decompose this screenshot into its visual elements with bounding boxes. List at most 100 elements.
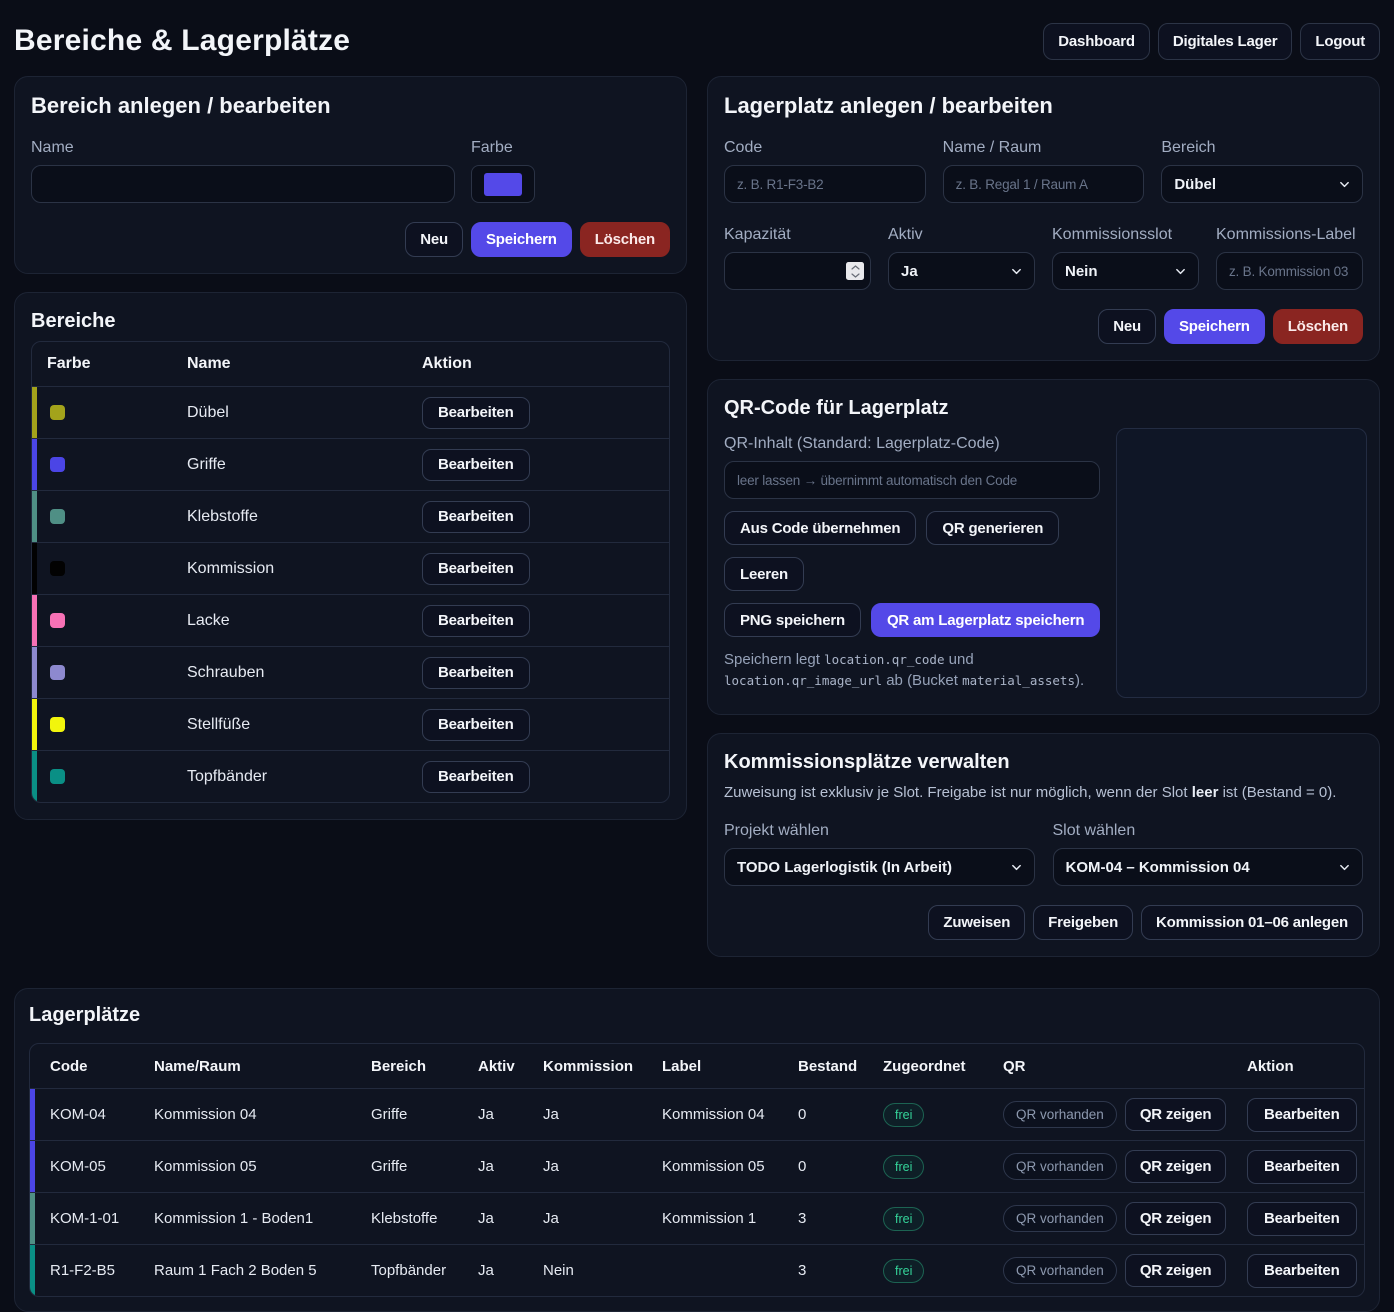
bereich-bearbeiten-button[interactable]: Bearbeiten (422, 397, 530, 429)
lagerplatz-bereich-select[interactable]: Dübel (1161, 165, 1363, 203)
kommission-buttons: Zuweisen Freigeben Kommission 01–06 anle… (724, 905, 1363, 940)
left-column: Bereich anlegen / bearbeiten Name Farbe … (14, 76, 687, 820)
lagerplatz-bearbeiten-button[interactable]: Bearbeiten (1247, 1254, 1357, 1288)
qr-vorhanden-badge[interactable]: QR vorhanden (1003, 1101, 1117, 1128)
bereich-row-action-cell: Bearbeiten (422, 709, 669, 741)
col-kommission: Kommission (543, 1058, 662, 1075)
qr-buttons-row1: Aus Code übernehmen QR generieren (724, 511, 1100, 545)
lagerplatz-row-action-cell: Bearbeiten (1247, 1202, 1364, 1236)
qr-zeigen-button[interactable]: QR zeigen (1125, 1254, 1227, 1287)
bereiche-col-aktion: Aktion (422, 355, 669, 373)
bereich-farbe-field: Farbe (471, 138, 535, 203)
lagerplatz-row-aktiv: Ja (478, 1262, 543, 1279)
kommission-card: Kommissionsplätze verwalten Zuweisung is… (707, 733, 1380, 957)
kommission-selects: Projekt wählen TODO Lagerlogistik (In Ar… (724, 821, 1363, 886)
slot-field: Slot wählen KOM-04 – Kommission 04 (1053, 821, 1364, 886)
lagerplatz-klabel-input[interactable] (1216, 252, 1363, 290)
bereich-row: Griffe Bearbeiten (32, 438, 669, 490)
lagerplaetze-title: Lagerplätze (29, 1003, 1365, 1027)
lagerplatz-row-label: Kommission 05 (662, 1158, 798, 1175)
qr-generieren-button[interactable]: QR generieren (926, 511, 1059, 545)
freigeben-button[interactable]: Freigeben (1033, 905, 1133, 940)
bereich-bearbeiten-button[interactable]: Bearbeiten (422, 605, 530, 637)
qr-note: Speichern legt location.qr_code und loca… (724, 649, 1100, 691)
qr-save-button[interactable]: QR am Lagerplatz speichern (871, 603, 1100, 637)
lagerplatz-name-input[interactable] (943, 165, 1145, 203)
bereich-row: Topfbänder Bearbeiten (32, 750, 669, 802)
frei-badge: frei (883, 1155, 924, 1179)
lagerplatz-row-qr-cell: QR vorhanden QR zeigen (1003, 1254, 1247, 1287)
lagerplatz-aktiv-select[interactable]: Ja (888, 252, 1035, 290)
nav-digitales-lager-button[interactable]: Digitales Lager (1158, 23, 1293, 60)
bereich-bearbeiten-button[interactable]: Bearbeiten (422, 709, 530, 741)
bereich-bearbeiten-button[interactable]: Bearbeiten (422, 761, 530, 793)
bereich-farbe-color-input[interactable] (471, 165, 535, 203)
lagerplatz-row-bereich: Griffe (371, 1106, 478, 1123)
bereich-color-swatch (50, 613, 65, 628)
lagerplatz-aktiv-value: Ja (901, 263, 918, 280)
bereich-bearbeiten-button[interactable]: Bearbeiten (422, 501, 530, 533)
bereich-form-fields: Name Farbe (31, 138, 670, 203)
lagerplatz-loeschen-button[interactable]: Löschen (1273, 309, 1363, 344)
bereich-row-action-cell: Bearbeiten (422, 449, 669, 481)
qr-png-speichern-button[interactable]: PNG speichern (724, 603, 861, 637)
lagerplatz-form-card: Lagerplatz anlegen / bearbeiten Code Nam… (707, 76, 1380, 361)
nav-logout-button[interactable]: Logout (1300, 23, 1380, 60)
qr-aus-code-button[interactable]: Aus Code übernehmen (724, 511, 916, 545)
qr-zeigen-button[interactable]: QR zeigen (1125, 1098, 1227, 1131)
projekt-select[interactable]: TODO Lagerlogistik (In Arbeit) (724, 848, 1035, 886)
qr-vorhanden-badge[interactable]: QR vorhanden (1003, 1257, 1117, 1284)
bereich-color-swatch (50, 509, 65, 524)
qr-vorhanden-badge[interactable]: QR vorhanden (1003, 1153, 1117, 1180)
bereich-row-stripe (32, 647, 37, 698)
bereich-bearbeiten-button[interactable]: Bearbeiten (422, 449, 530, 481)
qr-zeigen-button[interactable]: QR zeigen (1125, 1150, 1227, 1183)
lagerplatz-row-zugeordnet-cell: frei (883, 1103, 1003, 1127)
zuweisen-button[interactable]: Zuweisen (928, 905, 1025, 940)
lagerplatz-code-label: Code (724, 138, 926, 157)
lagerplatz-bearbeiten-button[interactable]: Bearbeiten (1247, 1150, 1357, 1184)
bereich-name-input[interactable] (31, 165, 455, 203)
lagerplatz-row-zugeordnet-cell: frei (883, 1155, 1003, 1179)
slot-select[interactable]: KOM-04 – Kommission 04 (1053, 848, 1364, 886)
bereich-neu-button[interactable]: Neu (405, 222, 463, 257)
bereich-form-card: Bereich anlegen / bearbeiten Name Farbe … (14, 76, 687, 274)
lagerplatz-bereich-field: Bereich Dübel (1161, 138, 1363, 203)
qr-note-code-1: location.qr_code (824, 652, 944, 667)
number-spinner-icon[interactable] (846, 262, 864, 280)
bereich-row-name: Klebstoffe (187, 508, 422, 526)
nav-dashboard-button[interactable]: Dashboard (1043, 23, 1150, 60)
qr-input-label: QR-Inhalt (Standard: Lagerplatz-Code) (724, 434, 1100, 453)
bereich-bearbeiten-button[interactable]: Bearbeiten (422, 657, 530, 689)
lagerplatz-bearbeiten-button[interactable]: Bearbeiten (1247, 1202, 1357, 1236)
bereich-speichern-button[interactable]: Speichern (471, 222, 572, 257)
bereich-color-swatch (50, 665, 65, 680)
lagerplatz-name-label: Name / Raum (943, 138, 1145, 157)
lagerplatz-row-bestand: 0 (798, 1158, 883, 1175)
qr-content-input[interactable] (724, 461, 1100, 499)
col-zugeordnet: Zugeordnet (883, 1058, 1003, 1075)
col-bestand: Bestand (798, 1058, 883, 1075)
bereich-row-action-cell: Bearbeiten (422, 553, 669, 585)
bereich-bearbeiten-button[interactable]: Bearbeiten (422, 553, 530, 585)
qr-vorhanden-badge[interactable]: QR vorhanden (1003, 1205, 1117, 1232)
chevron-down-icon (1339, 862, 1350, 873)
lagerplatz-row-stripe (30, 1193, 35, 1244)
lagerplatz-slot-select[interactable]: Nein (1052, 252, 1199, 290)
lagerplatz-row-bereich: Topfbänder (371, 1262, 478, 1279)
lagerplatz-speichern-button[interactable]: Speichern (1164, 309, 1265, 344)
lagerplatz-neu-button[interactable]: Neu (1098, 309, 1156, 344)
lagerplatz-code-input[interactable] (724, 165, 926, 203)
kommission-anlegen-button[interactable]: Kommission 01–06 anlegen (1141, 905, 1363, 940)
bereich-row: Lacke Bearbeiten (32, 594, 669, 646)
bereich-color-swatch (50, 769, 65, 784)
bereich-row-name: Topfbänder (187, 768, 422, 786)
lagerplatz-aktiv-label: Aktiv (888, 225, 1035, 244)
lagerplatz-bearbeiten-button[interactable]: Bearbeiten (1247, 1098, 1357, 1132)
bereich-row-name: Kommission (187, 560, 422, 578)
qr-zeigen-button[interactable]: QR zeigen (1125, 1202, 1227, 1235)
bereiche-title: Bereiche (31, 309, 670, 333)
qr-leeren-button[interactable]: Leeren (724, 557, 804, 591)
lagerplatz-klabel-field: Kommissions-Label (1216, 225, 1363, 290)
bereich-loeschen-button[interactable]: Löschen (580, 222, 670, 257)
